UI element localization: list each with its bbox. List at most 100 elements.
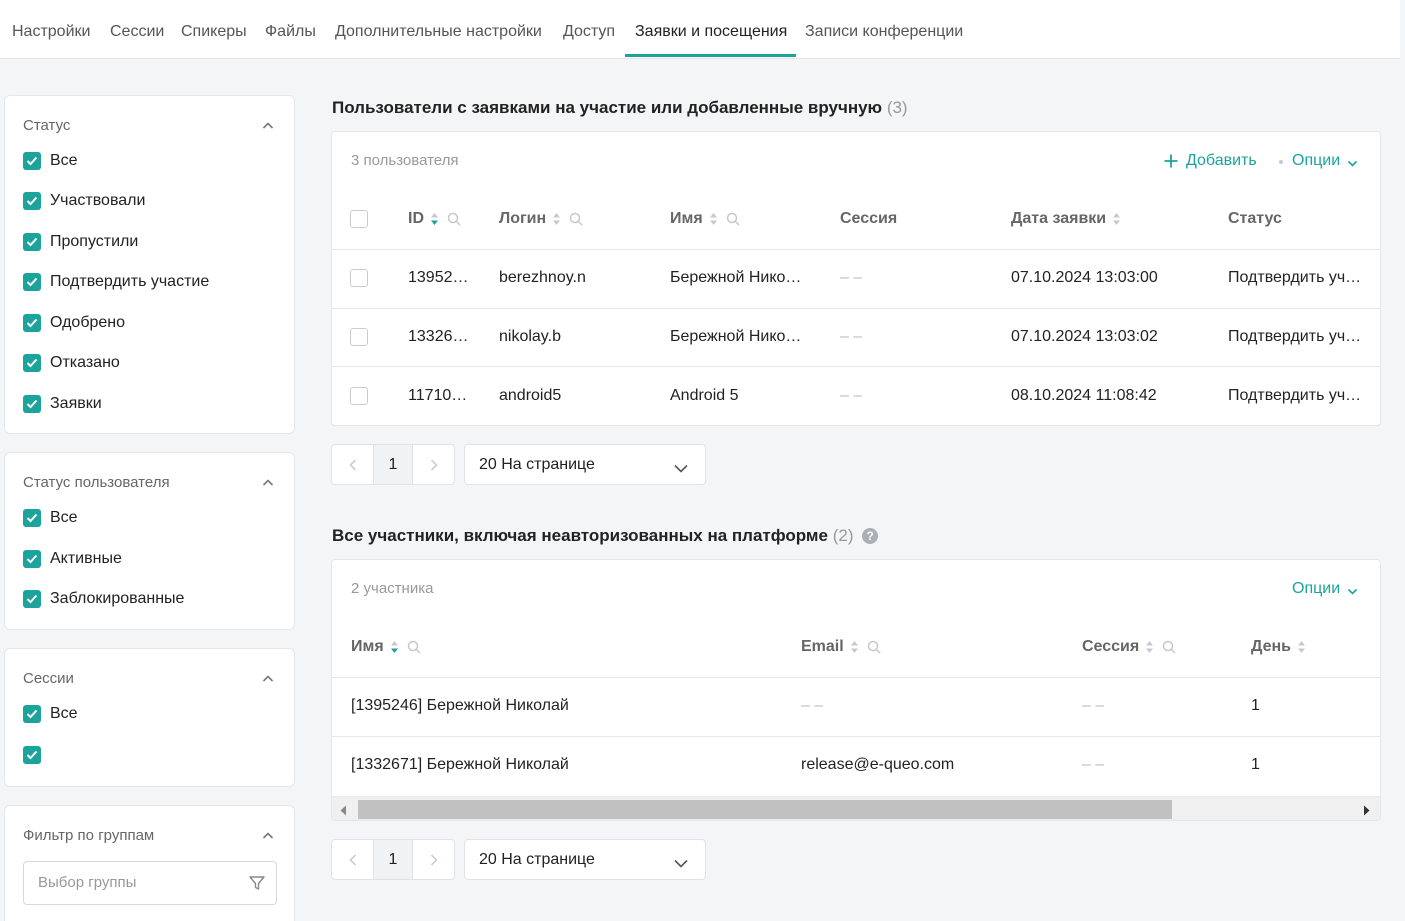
participants-table-card: 2 участника Опции Имя Email Сессия День … (331, 559, 1381, 821)
column-header-email[interactable]: Email (801, 638, 881, 656)
chevron-left-icon[interactable] (332, 445, 373, 484)
participants-options-button[interactable]: Опции (1292, 580, 1358, 598)
chevron-up-icon[interactable] (262, 830, 274, 842)
chevron-up-icon[interactable] (262, 673, 274, 685)
filter-option[interactable] (23, 745, 50, 765)
filter-option[interactable]: Участвовали (23, 191, 145, 211)
sort-icon[interactable] (709, 212, 718, 226)
current-page[interactable]: 1 (373, 445, 413, 484)
search-icon[interactable] (867, 640, 881, 654)
sort-icon[interactable] (1112, 212, 1121, 226)
checkbox-checked-icon[interactable] (23, 705, 41, 723)
row-divider (332, 736, 1380, 737)
search-icon[interactable] (726, 212, 740, 226)
horizontal-scrollbar[interactable] (332, 796, 1380, 820)
tab-sessions[interactable]: Сессии (110, 23, 164, 41)
search-icon[interactable] (447, 212, 461, 226)
select-all-checkbox[interactable] (350, 210, 368, 228)
filter-option[interactable]: Все (23, 508, 78, 528)
participants-section-title: Все участники, включая неавторизованных … (332, 526, 879, 546)
column-label: Статус (1228, 210, 1282, 227)
filter-option[interactable]: Все (23, 151, 78, 171)
chevron-up-icon[interactable] (262, 120, 274, 132)
row-checkbox[interactable] (350, 269, 368, 287)
column-header-request-date[interactable]: Дата заявки (1011, 210, 1121, 228)
tab-requests-visits[interactable]: Заявки и посещения (635, 23, 787, 41)
checkbox-checked-icon[interactable] (23, 233, 41, 251)
column-header-name[interactable]: Имя (670, 210, 740, 228)
tab-speakers[interactable]: Спикеры (181, 23, 247, 41)
cell-status[interactable]: Подтвердить уч… (1228, 387, 1368, 405)
sort-icon[interactable] (1297, 640, 1306, 654)
column-label: День (1251, 638, 1291, 655)
filter-option[interactable]: Отказано (23, 353, 120, 373)
scroll-left-arrow-icon[interactable] (340, 803, 347, 820)
current-page[interactable]: 1 (373, 840, 413, 879)
checkbox-checked-icon[interactable] (23, 550, 41, 568)
chevron-right-icon[interactable] (413, 840, 454, 879)
sort-icon[interactable] (850, 640, 859, 654)
filter-option[interactable]: Подтвердить участие (23, 272, 209, 292)
filter-panel-user-status: Статус пользователя Все Активные Заблоки… (4, 452, 295, 630)
filter-option[interactable]: Все (23, 704, 78, 724)
filter-option-label: Заявки (50, 395, 102, 412)
filter-option[interactable]: Пропустили (23, 232, 138, 252)
filter-option[interactable]: Заявки (23, 394, 102, 414)
search-icon[interactable] (1162, 640, 1176, 654)
sort-icon[interactable] (390, 640, 399, 654)
checkbox-checked-icon[interactable] (23, 152, 41, 170)
filter-panel-status: Статус Все Участвовали Пропустили Подтве… (4, 95, 295, 434)
tab-files[interactable]: Файлы (265, 23, 316, 41)
sort-icon[interactable] (430, 212, 439, 226)
filter-option[interactable]: Заблокированные (23, 589, 184, 609)
cell-status[interactable]: Подтвердить уч… (1228, 328, 1368, 346)
scroll-right-arrow-icon[interactable] (1363, 803, 1370, 820)
tab-settings[interactable]: Настройки (12, 23, 90, 41)
checkbox-checked-icon[interactable] (23, 746, 41, 764)
group-select-input[interactable]: Выбор группы (23, 861, 277, 905)
add-user-button[interactable]: Добавить (1163, 152, 1257, 170)
checkbox-checked-icon[interactable] (23, 273, 41, 291)
cell-session: – – (840, 328, 863, 345)
filter-panel-sessions: Сессии Все (4, 648, 295, 787)
requests-count: (3) (886, 98, 908, 117)
tab-advanced-settings[interactable]: Дополнительные настройки (335, 23, 542, 41)
group-select-placeholder: Выбор группы (38, 874, 137, 891)
column-label: Дата заявки (1011, 210, 1107, 227)
sort-icon[interactable] (1145, 640, 1154, 654)
row-checkbox[interactable] (350, 328, 368, 346)
help-icon[interactable]: ? (862, 528, 879, 544)
sort-icon[interactable] (552, 212, 561, 226)
column-header-session[interactable]: Сессия (1082, 638, 1176, 656)
cell-status[interactable]: Подтвердить уч… (1228, 269, 1368, 287)
cell-name: Бережной Нико… (670, 269, 802, 286)
checkbox-checked-icon[interactable] (23, 354, 41, 372)
checkbox-checked-icon[interactable] (23, 314, 41, 332)
checkbox-checked-icon[interactable] (23, 590, 41, 608)
participants-per-page-select[interactable]: 20 На странице (464, 839, 706, 880)
column-header-id[interactable]: ID (408, 210, 461, 228)
checkbox-checked-icon[interactable] (23, 509, 41, 527)
chevron-up-icon[interactable] (262, 477, 274, 489)
chevron-left-icon[interactable] (332, 840, 373, 879)
scrollbar-thumb[interactable] (358, 800, 1172, 819)
checkbox-checked-icon[interactable] (23, 395, 41, 413)
search-icon[interactable] (569, 212, 583, 226)
tab-conference-recordings[interactable]: Записи конференции (805, 23, 963, 41)
row-checkbox[interactable] (350, 387, 368, 405)
search-icon[interactable] (407, 640, 421, 654)
requests-table-card: 3 пользователя Добавить Опции ID Логин И… (331, 131, 1381, 426)
cell-name: Бережной Нико… (670, 328, 802, 345)
column-header-name[interactable]: Имя (351, 638, 421, 656)
column-header-status: Статус (1228, 210, 1282, 228)
filter-option[interactable]: Одобрено (23, 313, 125, 333)
column-header-login[interactable]: Логин (499, 210, 583, 228)
requests-per-page-select[interactable]: 20 На странице (464, 444, 706, 485)
filter-option[interactable]: Активные (23, 549, 122, 569)
column-header-day[interactable]: День (1251, 638, 1306, 656)
top-navigation: Настройки Сессии Спикеры Файлы Дополните… (0, 0, 1400, 59)
chevron-right-icon[interactable] (413, 445, 454, 484)
requests-options-button[interactable]: Опции (1292, 152, 1358, 170)
checkbox-checked-icon[interactable] (23, 192, 41, 210)
tab-access[interactable]: Доступ (563, 23, 615, 41)
